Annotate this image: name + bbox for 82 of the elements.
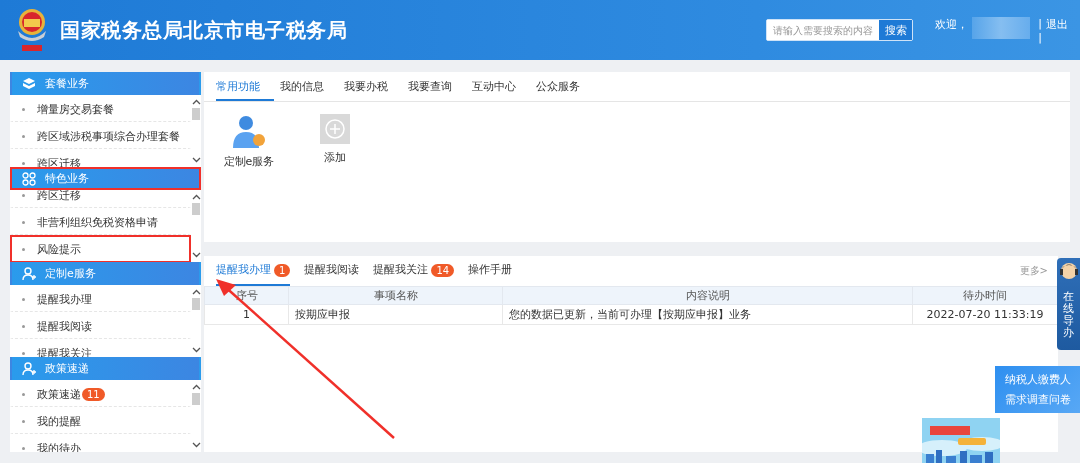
plus-icon (320, 114, 350, 144)
bullet-icon (22, 107, 25, 111)
bullet-icon (22, 419, 25, 423)
tab[interactable]: 操作手册 (468, 256, 513, 286)
menu-item[interactable]: 提醒我办理 (10, 285, 191, 312)
menu-label: 提醒我办理 (37, 291, 92, 307)
menu-item[interactable]: 增量房交易套餐 (10, 95, 191, 122)
chevron-up-icon (191, 384, 201, 390)
menu-item[interactable]: 跨区域涉税事项综合办理套餐 (10, 122, 191, 149)
bullet-icon (22, 161, 25, 165)
column-header: 事项名称 (288, 286, 503, 305)
table-cell: 您的数据已更新，当前可办理【按期应申报】业务 (502, 304, 913, 325)
chevron-up-icon (191, 99, 201, 105)
menu-item[interactable]: 我的提醒 (10, 407, 191, 434)
tab[interactable]: 互动中心 (472, 72, 530, 101)
banner-text: 需求调查问卷 (1004, 392, 1071, 407)
chevron-down-icon (191, 157, 201, 163)
tile-label[interactable]: 定制e服务 (223, 154, 275, 169)
section-title: 套餐业务 (45, 76, 89, 91)
section-title: 政策速递 (45, 361, 89, 376)
scrollbar-thumb[interactable] (192, 203, 200, 215)
bullet-icon (22, 193, 25, 197)
scrollbar-thumb[interactable] (192, 298, 200, 310)
search-field[interactable]: 请输入需要搜索的内容 搜索 (766, 19, 914, 41)
tile-label[interactable]: 添加 (324, 150, 346, 165)
grid-icon (22, 171, 36, 186)
scrollbar-thumb[interactable] (192, 108, 200, 120)
column-header: 待办时间 (912, 286, 1058, 305)
stack-icon (22, 76, 36, 91)
user-icon (22, 266, 36, 281)
menu-label: 提醒我阅读 (37, 318, 92, 334)
online-guide-tab[interactable]: 在线导办 (1057, 258, 1080, 350)
count-badge: 1 (274, 263, 291, 277)
column-header: 内容说明 (502, 286, 913, 305)
bullet-icon (22, 446, 25, 450)
table-cell: 按期应申报 (288, 304, 503, 325)
separator: | (1038, 17, 1042, 31)
bullet-icon (22, 134, 25, 138)
menu-label: 增量房交易套餐 (37, 101, 114, 117)
tab[interactable]: 提醒我关注 14 (373, 256, 455, 286)
table-cell: 1 (204, 304, 289, 325)
chevron-down-icon (191, 347, 201, 353)
banner-text: 纳税人缴费人 (1004, 372, 1071, 387)
bullet-icon (22, 324, 25, 328)
bullet-icon (22, 297, 25, 301)
separator: | (1038, 31, 1042, 45)
chevron-up-icon (191, 194, 201, 200)
menu-item[interactable]: 政策速递 11 (10, 380, 191, 407)
count-badge: 14 (431, 263, 455, 277)
count-badge: 11 (82, 387, 105, 401)
guide-label: 在线导办 (1063, 291, 1074, 340)
welcome-text: 欢迎， (935, 17, 969, 33)
section-title: 定制e服务 (45, 266, 96, 281)
menu-item[interactable]: 跨区迁移 (10, 190, 191, 208)
bullet-icon (22, 247, 25, 251)
menu-label: 跨区域涉税事项综合办理套餐 (37, 128, 180, 144)
menu-label: 跨区迁移 (37, 190, 81, 203)
tab[interactable]: 我的信息 (280, 72, 338, 101)
menu-label: 非营利组织免税资格申请 (37, 214, 158, 230)
tab[interactable]: 常用功能 (216, 72, 274, 101)
tab[interactable]: 公众服务 (536, 72, 594, 101)
menu-label: 跨区迁移 (37, 155, 81, 167)
search-button[interactable]: 搜索 (879, 20, 913, 40)
scrollbar-thumb[interactable] (192, 393, 200, 405)
tab[interactable]: 我要查询 (408, 72, 466, 101)
bullet-icon (22, 220, 25, 224)
menu-item[interactable]: 提醒我阅读 (10, 312, 191, 339)
bullet-icon (22, 351, 25, 355)
menu-label: 我的提醒 (37, 413, 81, 429)
menu-label: 政策速递 (37, 386, 81, 402)
user-icon (22, 361, 36, 376)
menu-item[interactable]: 非营利组织免税资格申请 (10, 208, 191, 235)
tab[interactable]: 提醒我阅读 (304, 256, 360, 286)
menu-label: 风险提示 (37, 241, 81, 257)
chevron-down-icon (191, 252, 201, 258)
blurred-username (972, 17, 1031, 39)
chevron-up-icon (191, 289, 201, 295)
site-title: 国家税务总局北京市电子税务局 (60, 16, 347, 44)
chevron-down-icon (191, 442, 201, 448)
bullet-icon (22, 392, 25, 396)
section-title: 特色业务 (45, 171, 89, 186)
tab[interactable]: 我要办税 (344, 72, 402, 101)
